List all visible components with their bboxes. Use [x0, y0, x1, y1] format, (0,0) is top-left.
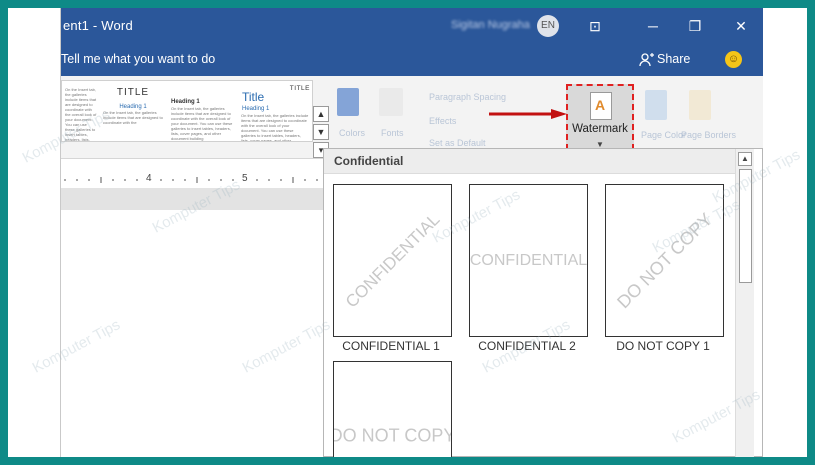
colors-label: Colors — [339, 128, 366, 138]
style-item[interactable]: Heading 1 On the Insert tab, the galleri… — [168, 81, 238, 141]
close-icon[interactable]: ✕ — [729, 16, 753, 36]
style-preview-heading: Heading 1 — [171, 99, 200, 105]
colors-icon[interactable] — [337, 88, 359, 116]
ruler-mark: 4 — [146, 173, 152, 184]
watermark-option-confidential-1[interactable]: CONFIDENTIAL — [333, 184, 452, 337]
watermark-option-do-not-copy-1[interactable]: DO NOT COPY — [605, 184, 724, 337]
watermark-caption: CONFIDENTIAL 1 — [342, 339, 440, 353]
style-preview-subheading: Heading 1 — [242, 106, 270, 112]
page-color-icon[interactable] — [645, 90, 667, 120]
minimize-icon[interactable]: ─ — [641, 16, 665, 36]
style-item[interactable]: TITLE Heading 1 On the Insert tab, the g… — [100, 81, 166, 141]
style-preview-text: On the Insert tab, the galleries include… — [241, 113, 309, 141]
tell-me-box[interactable]: Tell me what you want to do — [61, 52, 215, 66]
window-title: ent1 - Word — [63, 18, 133, 33]
chevron-up-icon[interactable]: ▲ — [313, 106, 329, 122]
smiley-icon[interactable]: ☺ — [725, 51, 742, 68]
user-name[interactable]: Sigitan Nugraha — [451, 19, 530, 31]
ruler-mark: 5 — [242, 173, 248, 184]
menu-bar: Tell me what you want to do Share ☺ — [61, 44, 763, 76]
gallery-section-title: Confidential — [334, 154, 404, 168]
chevron-down-icon[interactable]: ▼ — [313, 124, 329, 140]
ruler-ticks — [64, 177, 318, 183]
effects-button[interactable]: Effects — [429, 116, 456, 126]
gallery-section-header: Confidential — [324, 149, 735, 174]
watermark-preview-text: CONFIDENTIAL — [469, 251, 588, 269]
screenshot-frame: ent1 - Word Sigitan Nugraha EN ⊡ ─ ❐ ✕ T… — [8, 8, 807, 457]
watermark-preview-text: CONFIDENTIAL — [341, 209, 443, 311]
watermark-caption: DO NOT COPY 1 — [616, 339, 710, 353]
watermark-preview-text: DO NOT COPY — [333, 425, 452, 446]
paragraph-spacing-button[interactable]: Paragraph Spacing — [429, 92, 506, 102]
watermark-option-do-not-copy-2[interactable]: DO NOT COPY — [333, 361, 452, 457]
page-color-label: Page Color — [641, 130, 687, 140]
horizontal-ruler[interactable]: 4 5 — [61, 172, 323, 188]
fonts-label: Fonts — [381, 128, 404, 138]
watermark-gallery: Confidential CONFIDENTIAL CONFIDENTIAL 1… — [323, 148, 763, 457]
style-preview-text: On the Insert tab, the galleries include… — [171, 106, 233, 141]
scroll-up-icon[interactable]: ▲ — [738, 152, 752, 166]
watermark-icon: A — [590, 92, 612, 120]
share-button[interactable]: Share — [657, 52, 690, 66]
ribbon-display-options-icon[interactable]: ⊡ — [583, 16, 607, 36]
maximize-icon[interactable]: ❐ — [683, 16, 707, 36]
style-item[interactable]: TITLE Title Heading 1 On the Insert tab,… — [238, 81, 312, 141]
watermark-label: Watermark — [572, 123, 628, 135]
page-borders-icon[interactable] — [689, 90, 711, 120]
set-as-default-button[interactable]: Set as Default — [429, 138, 486, 148]
language-badge[interactable]: EN — [537, 15, 559, 37]
fonts-icon[interactable] — [379, 88, 403, 116]
person-add-icon — [639, 53, 654, 70]
page-borders-label: Page Borders — [681, 130, 737, 140]
style-preview-heading: Title — [242, 90, 265, 104]
style-preview-heading: TITLE — [116, 87, 150, 98]
ribbon: On the Insert tab, the galleries include… — [61, 76, 763, 160]
annotation-arrow-icon — [489, 109, 567, 119]
title-bar: ent1 - Word Sigitan Nugraha EN ⊡ ─ ❐ ✕ — [61, 8, 763, 44]
